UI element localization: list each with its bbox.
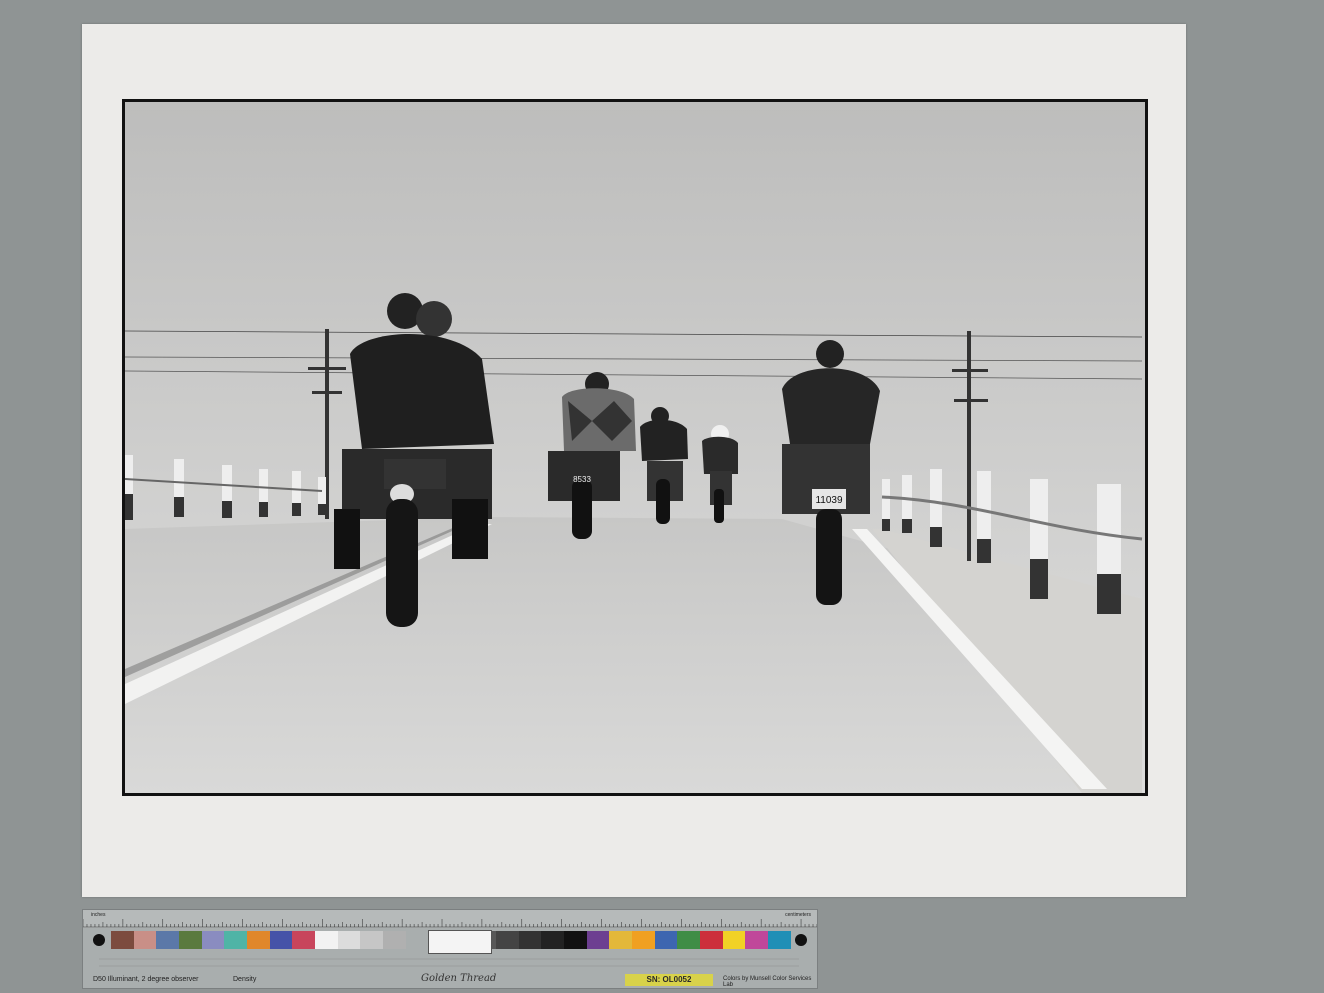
color-patch (178, 931, 202, 949)
color-patch (337, 931, 361, 949)
color-target-card: inches centimeters D50 Illuminant, 2 deg… (82, 909, 818, 989)
color-patch (564, 931, 587, 949)
color-patch (246, 931, 270, 949)
color-patch (654, 931, 678, 949)
color-patch (541, 931, 565, 949)
color-patch (745, 931, 769, 949)
color-patch (314, 931, 338, 949)
credit-label: Colors by Munsell Color Services Lab (723, 976, 812, 988)
color-patch (609, 931, 633, 949)
color-patch (677, 931, 701, 949)
color-patch (722, 931, 746, 949)
photo-scene: 11039 8533 (124, 102, 1145, 793)
photo-print: 11039 8533 (82, 24, 1186, 897)
license-plate-right: 11039 (815, 495, 843, 506)
density-label: Density (233, 976, 257, 983)
color-patch (269, 931, 293, 949)
color-patch (201, 931, 225, 949)
gray-scale-box (428, 930, 492, 954)
color-patch (111, 931, 134, 949)
registration-dot-left (93, 934, 105, 946)
illuminant-label: D50 Illuminant, 2 degree observer (93, 976, 199, 983)
brand-logo: Golden Thread (421, 973, 497, 984)
color-patch (224, 931, 247, 949)
color-patch (496, 931, 519, 949)
label-centimeters: centimeters (785, 912, 811, 918)
color-patch (133, 931, 157, 949)
label-inches: inches (91, 912, 106, 918)
density-table (99, 958, 799, 967)
registration-dot-right (795, 934, 807, 946)
color-patch (768, 931, 791, 949)
color-patch (156, 931, 179, 949)
color-patch (586, 931, 610, 949)
color-patch (360, 931, 383, 949)
motorcycle-photograph: 11039 8533 (122, 99, 1148, 796)
color-patch (700, 931, 723, 949)
color-patch (292, 931, 315, 949)
serial-number: SN: OL0052 (625, 974, 713, 986)
ruler (83, 910, 817, 928)
license-plate-center: 8533 (573, 475, 591, 484)
color-patch (632, 931, 655, 949)
color-patch (382, 931, 406, 949)
color-patch (518, 931, 542, 949)
